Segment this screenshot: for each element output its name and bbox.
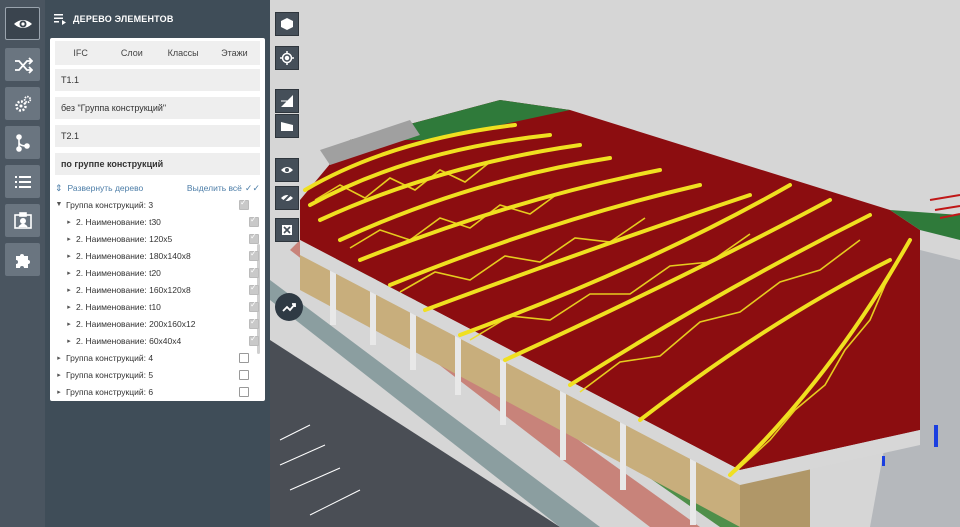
group-option[interactable]: T2.1 [55, 125, 260, 147]
tree-row[interactable]: ▼ Группа конструкций: 3 [55, 196, 255, 213]
tree-row-label: 2. Наименование: 180x140x8 [76, 250, 191, 261]
tree-row[interactable]: ▸ Группа конструкций: 5 [55, 366, 255, 383]
expand-tree-button[interactable]: ⇕ Развернуть дерево [55, 183, 143, 194]
gears-icon[interactable] [5, 87, 40, 120]
caret-right-icon[interactable]: ▸ [65, 303, 73, 311]
select-all-button[interactable]: Выделить всё ✓✓ [187, 183, 260, 194]
tree-row-label: 2. Наименование: 160x120x8 [76, 284, 191, 295]
visibility-checkbox[interactable] [239, 352, 249, 363]
list-icon[interactable] [5, 165, 40, 198]
group-option[interactable]: T1.1 [55, 69, 260, 91]
tree-row[interactable]: ▸ Группа конструкций: 6 [55, 383, 255, 400]
tree-row-label: Группа конструкций: 4 [66, 352, 154, 363]
visibility-checkbox[interactable] [249, 215, 259, 227]
tree-row-label: 2. Наименование: t30 [76, 216, 161, 227]
left-toolbar [0, 0, 45, 527]
visibility-checkbox[interactable] [249, 249, 259, 261]
branch-icon[interactable] [5, 126, 40, 159]
isolate-icon[interactable] [275, 218, 299, 242]
tab-ifc[interactable]: IFC [55, 41, 106, 65]
caret-right-icon[interactable]: ▸ [65, 320, 73, 328]
caret-right-icon[interactable]: ▸ [65, 235, 73, 243]
tree-row-label: 2. Наименование: t20 [76, 267, 161, 278]
tree-row[interactable]: ▸ 2. Наименование: 120x5 [55, 230, 260, 247]
group-option-active[interactable]: по группе конструкций [55, 153, 260, 175]
tree-row-label: 2. Наименование: t10 [76, 301, 161, 312]
double-check-icon: ✓✓ [244, 182, 260, 193]
visibility-checkbox[interactable] [239, 198, 249, 210]
element-tree: ▼Группа конструкций: 3▸2. Наименование: … [55, 196, 260, 400]
caret-down-icon[interactable]: ▼ [55, 201, 63, 208]
visibility-checkbox[interactable] [249, 232, 259, 244]
visibility-checkbox[interactable] [249, 334, 259, 346]
select-all-label: Выделить всё [186, 183, 242, 193]
hide-icon[interactable] [275, 186, 299, 210]
tree-row-label: 2. Наименование: 120x5 [76, 233, 173, 244]
tree-row[interactable]: ▸ 2. Наименование: 160x120x8 [55, 281, 260, 298]
eye-icon[interactable] [5, 7, 40, 40]
caret-right-icon[interactable]: ▸ [55, 371, 63, 379]
clip-box-icon[interactable] [275, 114, 299, 138]
tab-layers[interactable]: Слои [106, 41, 157, 65]
tree-row-label: Группа конструкций: 6 [66, 386, 154, 397]
visibility-checkbox[interactable] [239, 386, 249, 397]
tree-row-label: Группа конструкций: 5 [66, 369, 154, 380]
visibility-checkbox[interactable] [249, 300, 259, 312]
view-tabs: IFC Слои Классы Этажи [55, 41, 260, 65]
tree-row-label: Группа конструкций: 3 [66, 199, 154, 210]
tree-row[interactable]: ▸ 2. Наименование: t20 [55, 264, 260, 281]
model-viewport[interactable] [270, 0, 960, 527]
panel-header: ДЕРЕВО ЭЛЕМЕНТОВ [45, 0, 270, 38]
expand-icon: ⇕ [55, 182, 63, 193]
playlist-icon [54, 14, 66, 25]
tree-row-label: 2. Наименование: 200x160x12 [76, 318, 196, 329]
tree-row[interactable]: ▸ 2. Наименование: t30 [55, 213, 260, 230]
visibility-checkbox[interactable] [249, 266, 259, 278]
caret-right-icon[interactable]: ▸ [65, 269, 73, 277]
target-icon[interactable] [275, 46, 299, 70]
trending-icon[interactable] [275, 293, 303, 321]
tree-row[interactable]: ▸ 2. Наименование: 60x40x4 [55, 332, 260, 349]
puzzle-icon[interactable] [5, 243, 40, 276]
tree-row-label: 2. Наименование: 60x40x4 [76, 335, 182, 346]
building-model-render [270, 0, 960, 527]
caret-right-icon[interactable]: ▸ [55, 388, 63, 396]
badge-icon[interactable] [5, 204, 40, 237]
group-option[interactable]: без "Группа конструкций" [55, 97, 260, 119]
cube-icon[interactable] [275, 12, 299, 36]
shuffle-icon[interactable] [5, 48, 40, 81]
visibility-checkbox[interactable] [249, 283, 259, 295]
tree-actions: ⇕ Развернуть дерево Выделить всё ✓✓ [55, 181, 260, 195]
tab-floors[interactable]: Этажи [209, 41, 260, 65]
tree-card: IFC Слои Классы Этажи T1.1 без "Группа к… [50, 38, 265, 401]
tab-classes[interactable]: Классы [158, 41, 209, 65]
tree-row[interactable]: ▸ 2. Наименование: 180x140x8 [55, 247, 260, 264]
caret-right-icon[interactable]: ▸ [55, 354, 63, 362]
caret-right-icon[interactable]: ▸ [65, 218, 73, 226]
tree-row[interactable]: ▸ 2. Наименование: t10 [55, 298, 260, 315]
element-tree-panel: ДЕРЕВО ЭЛЕМЕНТОВ IFC Слои Классы Этажи T… [45, 0, 270, 527]
show-icon[interactable] [275, 158, 299, 182]
visibility-checkbox[interactable] [239, 369, 249, 380]
caret-right-icon[interactable]: ▸ [65, 286, 73, 294]
tree-row[interactable]: ▸ Группа конструкций: 4 [55, 349, 255, 366]
visibility-checkbox[interactable] [249, 317, 259, 329]
expand-tree-label: Развернуть дерево [67, 183, 144, 193]
section-icon[interactable] [275, 89, 299, 113]
tree-row[interactable]: ▸ 2. Наименование: 200x160x12 [55, 315, 260, 332]
panel-title: ДЕРЕВО ЭЛЕМЕНТОВ [73, 14, 174, 24]
caret-right-icon[interactable]: ▸ [65, 337, 73, 345]
caret-right-icon[interactable]: ▸ [65, 252, 73, 260]
